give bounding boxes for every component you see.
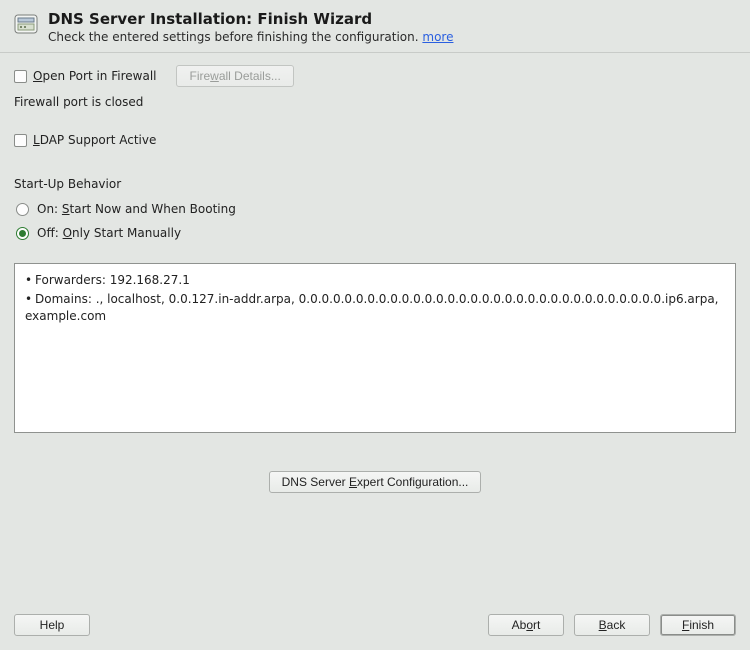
help-button[interactable]: Help	[14, 614, 90, 636]
checkbox-icon	[14, 70, 27, 83]
startup-on-radio[interactable]: On: Start Now and When Booting	[16, 202, 736, 216]
finish-button[interactable]: Finish	[660, 614, 736, 636]
header: DNS Server Installation: Finish Wizard C…	[0, 0, 750, 53]
firewall-status-text: Firewall port is closed	[14, 95, 736, 109]
summary-forwarders: •Forwarders: 192.168.27.1	[25, 272, 725, 289]
summary-box: •Forwarders: 192.168.27.1 •Domains: ., l…	[14, 263, 736, 433]
startup-behavior-label: Start-Up Behavior	[14, 177, 736, 191]
page-subtitle: Check the entered settings before finish…	[48, 30, 453, 44]
summary-domains: •Domains: ., localhost, 0.0.127.in-addr.…	[25, 291, 725, 325]
radio-icon	[16, 203, 29, 216]
open-port-firewall-checkbox[interactable]: Open Port in Firewall	[14, 69, 156, 83]
page-title: DNS Server Installation: Finish Wizard	[48, 10, 453, 28]
more-link[interactable]: more	[422, 30, 453, 44]
radio-icon	[16, 227, 29, 240]
dns-wizard-icon	[14, 12, 38, 36]
ldap-support-checkbox[interactable]: LDAP Support Active	[14, 133, 736, 147]
firewall-details-button: Firewall Details...	[176, 65, 293, 87]
abort-button[interactable]: Abort	[488, 614, 564, 636]
back-button[interactable]: Back	[574, 614, 650, 636]
startup-off-radio[interactable]: Off: Only Start Manually	[16, 226, 736, 240]
expert-configuration-button[interactable]: DNS Server Expert Configuration...	[269, 471, 482, 493]
checkbox-icon	[14, 134, 27, 147]
